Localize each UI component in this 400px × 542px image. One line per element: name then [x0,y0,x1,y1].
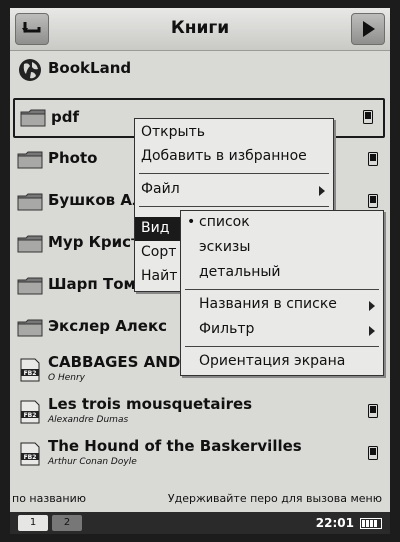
hint-text: Удерживайте перо для вызова меню [167,492,382,505]
page-title: Книги [170,18,230,38]
submenu-item-thumbnails[interactable]: эскизы [181,236,383,260]
globe-icon [19,59,41,81]
submenu-item-list-names[interactable]: Названия в списке [181,293,383,317]
menu-separator [139,173,329,174]
menu-separator [185,289,379,290]
tab-2[interactable]: 2 [52,515,82,531]
device-storage-icon [368,404,378,418]
play-arrow-icon [363,21,375,37]
folder-icon [20,109,46,127]
device-storage-icon [368,152,378,166]
submenu-item-filter[interactable]: Фильтр [181,318,383,342]
header-bar: Книги [10,8,390,51]
forward-button[interactable] [351,13,385,45]
chevron-right-icon [369,301,375,311]
folder-icon [17,319,43,337]
list-item-mousquetaires[interactable]: FB2 Les trois mousquetaires Alexandre Du… [10,392,390,432]
view-submenu: • список эскизы детальный Названия в спи… [180,210,384,376]
chevron-right-icon [369,326,375,336]
tab-1[interactable]: 1 [18,515,48,531]
clock: 22:01 [315,516,354,530]
device-storage-icon [368,446,378,460]
list-item-bookland[interactable]: BookLand [10,50,390,90]
list-item-baskervilles[interactable]: FB2 The Hound of the Baskervilles Arthur… [10,434,390,474]
submenu-item-list[interactable]: • список [181,211,383,235]
submenu-item-orientation[interactable]: Ориентация экрана [181,350,383,374]
submenu-item-detailed[interactable]: детальный [181,261,383,285]
svg-text:FB2: FB2 [24,370,37,377]
selected-bullet-icon: • [187,214,196,230]
fb2-book-icon: FB2 [20,442,40,466]
chevron-right-icon [319,186,325,196]
folder-icon [17,277,43,295]
battery-icon [360,518,382,529]
fb2-book-icon: FB2 [20,358,40,382]
folder-icon [17,193,43,211]
reader-screen: Книги BookLand pdf Photo Бушков Ал Мур К… [10,8,390,534]
device-storage-icon [368,194,378,208]
sort-mode-label: по названию [12,492,87,505]
folder-icon [17,235,43,253]
folder-icon [17,151,43,169]
fb2-book-icon: FB2 [20,400,40,424]
svg-text:FB2: FB2 [24,454,37,461]
device-storage-icon [363,110,373,124]
menu-item-open[interactable]: Открыть [135,121,333,145]
menu-item-view[interactable]: Вид [135,217,183,241]
menu-separator [139,206,329,207]
menu-separator [185,346,379,347]
menu-item-add-favorite[interactable]: Добавить в избранное [135,145,333,169]
svg-text:FB2: FB2 [24,412,37,419]
status-bar: 1 2 22:01 [10,512,390,534]
menu-item-file[interactable]: Файл [135,178,333,202]
